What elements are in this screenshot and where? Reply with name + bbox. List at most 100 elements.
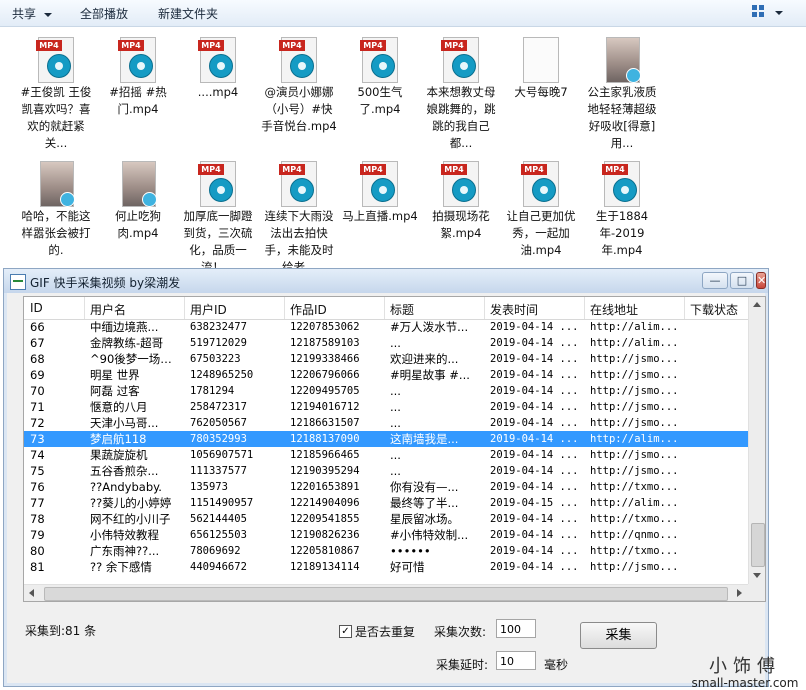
- column-divider[interactable]: [484, 297, 485, 319]
- table-row[interactable]: 67 金牌教练-超哥 519712029 12187589103... 2019-04-…: [24, 335, 748, 351]
- table-cell: 2019-04-14 ...: [490, 321, 579, 333]
- file-item[interactable]: 公主家乳液质地轻轻薄超级好吸收[得意]用...: [584, 31, 660, 152]
- table-row[interactable]: 77 ??葵儿的小婷婷 1151490957 12214904096 最终等了半... 2…: [24, 495, 748, 511]
- collect-button[interactable]: 采集: [580, 622, 657, 649]
- file-item[interactable]: MP4 马上直播.mp4: [342, 155, 418, 276]
- scroll-down-icon[interactable]: [753, 573, 761, 578]
- column-header[interactable]: ID: [30, 301, 43, 315]
- file-item[interactable]: MP4 #招摇 #热门.mp4: [100, 31, 176, 152]
- table-row[interactable]: 72 天津小马哥... 762050567 12186631507... 2019-04…: [24, 415, 748, 431]
- delay-input[interactable]: 10: [496, 651, 536, 670]
- file-item[interactable]: MP4 ....mp4: [180, 31, 256, 152]
- new-folder-button[interactable]: 新建文件夹: [158, 5, 218, 22]
- table-cell: http://jsmo...: [590, 465, 679, 477]
- table-cell: 111337577: [190, 465, 247, 477]
- column-header[interactable]: 标题: [390, 301, 414, 318]
- results-table[interactable]: ID 用户名 用户ID 作品ID 标题 发表时间 在线地址 下载状态 66 中缅边境燕... 63…: [23, 296, 766, 602]
- column-divider[interactable]: [84, 297, 85, 319]
- table-row[interactable]: 74 果蔬旋旋机 1056907571 12185966465... 2019-04-1…: [24, 447, 748, 463]
- table-cell: 67: [30, 336, 45, 350]
- file-item[interactable]: MP4 #王俊凯 王俊凯喜欢吗？喜欢的就赶紧关...: [18, 31, 94, 152]
- file-item[interactable]: MP4 连续下大雨没法出去拍快手，未能及时给老...: [261, 155, 337, 276]
- table-cell: ?? 余下感情: [90, 560, 152, 574]
- vertical-scroll-thumb[interactable]: [751, 523, 765, 567]
- file-name: 生于1884年-2019年.mp4: [595, 209, 649, 257]
- table-cell: 12209495705: [290, 385, 360, 397]
- window-titlebar[interactable]: GIF 快手采集视频 by梁潮发 — □ ✕: [4, 269, 768, 293]
- vertical-scrollbar[interactable]: [748, 297, 765, 584]
- scroll-up-icon[interactable]: [753, 302, 761, 307]
- file-item[interactable]: MP4 500生气了.mp4: [342, 31, 418, 152]
- table-row[interactable]: 66 中缅边境燕... 638232477 12207853062 #万人泼水节... 2…: [24, 319, 748, 335]
- film-reel-icon: [613, 178, 637, 202]
- table-cell: 星辰留冰场。: [390, 512, 459, 526]
- mp4-badge: MP4: [279, 164, 305, 175]
- maximize-button[interactable]: □: [730, 272, 754, 289]
- table-cell: 78: [30, 512, 45, 526]
- table-cell: http://jsmo...: [590, 385, 679, 397]
- table-cell: 中缅边境燕...: [90, 320, 159, 334]
- table-row[interactable]: 69 明星 世界 1248965250 12206796066 #明星故事 #... 20…: [24, 367, 748, 383]
- table-row[interactable]: 73 梦启航118 780352993 12188137090 这南墙我是... 2019…: [24, 431, 748, 447]
- scroll-left-icon[interactable]: [29, 589, 34, 597]
- table-cell: 762050567: [190, 417, 247, 429]
- file-grid: MP4 #王俊凯 王俊凯喜欢吗？喜欢的就赶紧关... MP4 #招摇 #热门.mp4 M…: [0, 27, 806, 274]
- table-cell: 2019-04-14 ...: [490, 353, 579, 365]
- file-name: 大号每晚7: [514, 85, 568, 99]
- dedupe-label[interactable]: 是否去重复: [355, 623, 415, 640]
- table-cell: http://jsmo...: [590, 449, 679, 461]
- column-header[interactable]: 在线地址: [590, 301, 638, 318]
- table-row[interactable]: 70 阿磊 过客 1781294 12209495705... 2019-04-14 .…: [24, 383, 748, 399]
- column-divider[interactable]: [384, 297, 385, 319]
- column-header[interactable]: 发表时间: [490, 301, 538, 318]
- column-header[interactable]: 用户ID: [190, 301, 227, 318]
- column-divider[interactable]: [284, 297, 285, 319]
- column-divider[interactable]: [684, 297, 685, 319]
- file-name: 连续下大雨没法出去拍快手，未能及时给老...: [264, 209, 334, 274]
- file-name: 何止吃狗肉.mp4: [115, 209, 161, 240]
- close-button[interactable]: ✕: [756, 272, 766, 289]
- table-row[interactable]: 68 ^90後梦一场… 67503223 12199338466 欢迎进来的... 201…: [24, 351, 748, 367]
- horizontal-scrollbar[interactable]: [24, 584, 748, 601]
- count-label: 采集次数:: [434, 625, 487, 639]
- table-row[interactable]: 81 ?? 余下感情 440946672 12189134114 好可惜 2019-04-…: [24, 559, 748, 575]
- film-reel-icon: [452, 178, 476, 202]
- table-row[interactable]: 78 网不红的小川子 562144405 12209541855 星辰留冰场。 2019-…: [24, 511, 748, 527]
- horizontal-scroll-thumb[interactable]: [44, 587, 728, 601]
- file-item[interactable]: MP4 加厚底一脚蹬到货，三次硫化，品质一流！...: [180, 155, 256, 276]
- table-cell: ...: [390, 464, 401, 478]
- table-row[interactable]: 71 惬意的八月 258472317 12194016712... 2019-04-14…: [24, 399, 748, 415]
- table-row[interactable]: 76 ??Andybaby. 135973 12201653891 你有没有—... 20…: [24, 479, 748, 495]
- table-cell: 73: [30, 432, 45, 446]
- play-all-button[interactable]: 全部播放: [80, 5, 128, 22]
- mp4-badge: MP4: [602, 164, 628, 175]
- file-item[interactable]: MP4 本来想教丈母娘跳舞的，跳跳的我自己都...: [423, 31, 499, 152]
- count-input[interactable]: 100: [496, 619, 536, 638]
- file-item[interactable]: MP4 @演员小娜娜（小号）#快手音悦台.mp4: [261, 31, 337, 152]
- file-item[interactable]: 何止吃狗肉.mp4: [100, 155, 176, 276]
- file-item[interactable]: MP4 让自己更加优秀，一起加油.mp4: [503, 155, 579, 276]
- file-item[interactable]: 哈哈，不能这样嚣张会被打的.: [18, 155, 94, 276]
- share-menu[interactable]: 共享: [12, 5, 53, 22]
- column-divider[interactable]: [184, 297, 185, 319]
- table-row[interactable]: 75 五谷香煎杂... 111337577 12190395294... 2019-04…: [24, 463, 748, 479]
- table-row[interactable]: 80 广东雨神??... 78069692 12205810867 •••••• 2019…: [24, 543, 748, 559]
- table-cell: 2019-04-14 ...: [490, 545, 579, 557]
- minimize-button[interactable]: —: [702, 272, 728, 289]
- view-dropdown-icon[interactable]: [775, 11, 783, 15]
- column-header[interactable]: 下载状态: [690, 301, 738, 318]
- dedupe-checkbox[interactable]: ✓: [339, 625, 352, 638]
- table-cell: 2019-04-14 ...: [490, 561, 579, 573]
- column-header[interactable]: 作品ID: [290, 301, 327, 318]
- file-item[interactable]: MP4 生于1884年-2019年.mp4: [584, 155, 660, 276]
- file-item[interactable]: MP4 拍摄现场花絮.mp4: [423, 155, 499, 276]
- table-cell: 2019-04-14 ...: [490, 449, 579, 461]
- file-page: [523, 37, 559, 83]
- file-item[interactable]: 大号每晚7: [503, 31, 579, 152]
- view-options-icon[interactable]: [752, 5, 766, 19]
- video-thumbnail-icon: [118, 161, 158, 207]
- scroll-right-icon[interactable]: [737, 589, 742, 597]
- column-header[interactable]: 用户名: [90, 301, 126, 318]
- column-divider[interactable]: [584, 297, 585, 319]
- table-row[interactable]: 79 小伟特效教程 656125503 12190826236 #小伟特效制... 201…: [24, 527, 748, 543]
